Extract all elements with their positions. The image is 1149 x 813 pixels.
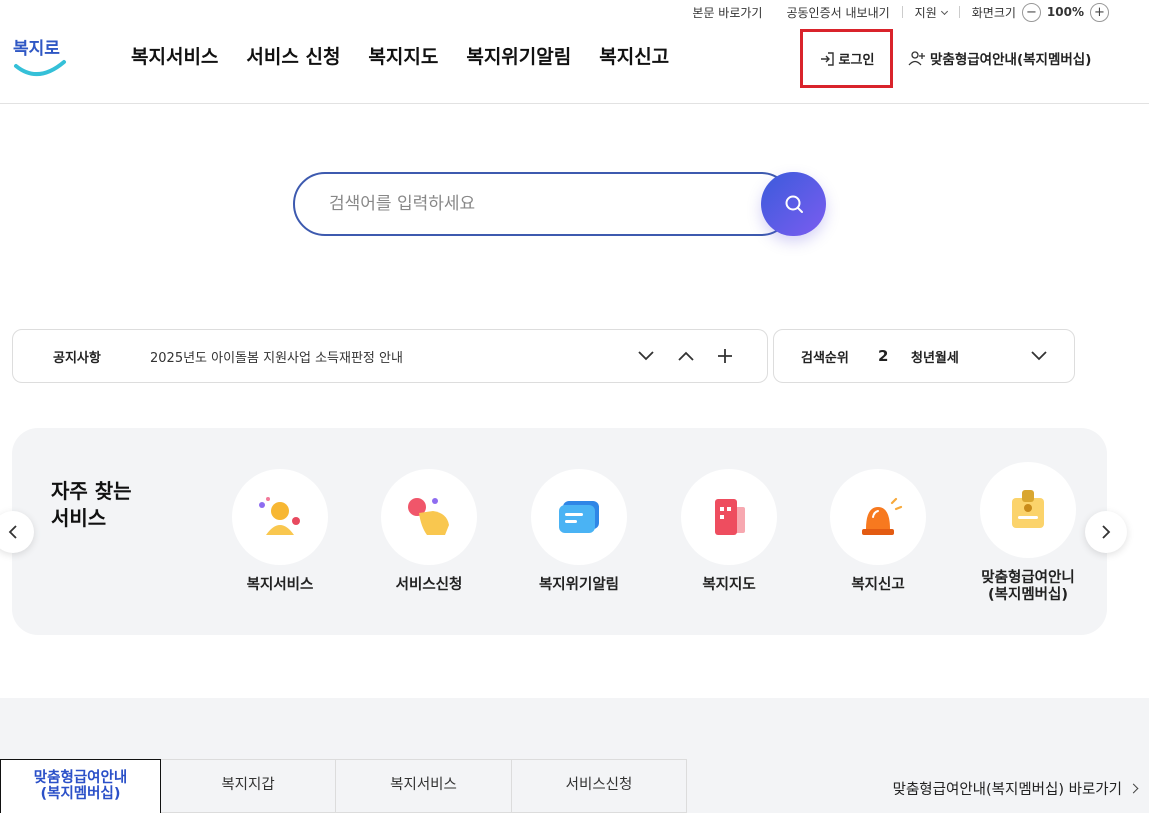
service-crisis-alert[interactable]: 복지위기알림 [514, 469, 644, 594]
siren-icon [862, 497, 903, 535]
nav-welfare-map[interactable]: 복지지도 [368, 42, 438, 69]
service-icon-circle [980, 462, 1076, 558]
skip-to-content-link[interactable]: 본문 바로가기 [680, 4, 774, 21]
label-line: (복지멤버십) [988, 586, 1068, 603]
chevron-down-icon[interactable] [1030, 350, 1048, 362]
search-bar [293, 172, 826, 236]
chevron-up-icon[interactable] [677, 350, 695, 362]
logo-text: 복지로 [13, 39, 60, 59]
service-label: 복지지도 [702, 577, 756, 593]
service-welfare-map[interactable]: 복지지도 [664, 469, 794, 594]
logo[interactable]: 복지로 [12, 32, 68, 80]
search-icon [785, 195, 803, 213]
search-ranking: 검색순위 2 청년월세 [773, 329, 1075, 383]
membership-label: 맞춤형급여안내(복지멤버십) [930, 52, 1092, 68]
label-line: 맞춤형급여안니 [981, 570, 1075, 586]
shortcut-label: 맞춤형급여안내(복지멤버십) 바로가기 [892, 782, 1122, 798]
plus-icon[interactable] [717, 348, 733, 364]
service-membership[interactable]: 맞춤형급여안니 (복지멤버십) [963, 462, 1093, 603]
chevron-right-icon [1102, 525, 1111, 539]
tab-label-line: 맞춤형급여안내 [33, 769, 128, 786]
cert-export-link[interactable]: 공동인증서 내보내기 [774, 4, 901, 21]
tab-membership[interactable]: 맞춤형급여안내 (복지멤버십) [0, 759, 161, 813]
nav-welfare-report[interactable]: 복지신고 [599, 42, 669, 69]
id-badge-icon [1012, 490, 1044, 528]
bottom-section: 맞춤형급여안내 (복지멤버십) 복지지갑 복지서비스 서비스신청 맞춤형급여안내… [0, 698, 1149, 813]
tab-label: 복지지갑 [221, 777, 275, 794]
service-icon-circle [381, 469, 477, 565]
service-icon-circle [681, 469, 777, 565]
search-input[interactable] [293, 172, 793, 236]
support-dropdown[interactable]: 지원 [903, 4, 959, 21]
person-icon [259, 497, 300, 535]
login-button[interactable]: 로그인 [800, 29, 893, 88]
chevron-down-icon[interactable] [637, 350, 655, 362]
service-label: 복지신고 [851, 577, 905, 593]
zoom-out-button[interactable]: − [1021, 2, 1041, 22]
title-line: 서비스 [51, 506, 107, 530]
title-line: 자주 찾는 [51, 479, 132, 503]
chevron-down-icon [940, 7, 948, 15]
service-label: 복지위기알림 [538, 577, 620, 593]
nav-welfare-service[interactable]: 복지서비스 [131, 42, 218, 69]
zoom-value: 100% [1046, 5, 1084, 19]
service-welfare[interactable]: 복지서비스 [215, 469, 345, 594]
tab-service-apply[interactable]: 서비스신청 [512, 759, 687, 813]
service-welfare-report[interactable]: 복지신고 [813, 469, 943, 594]
tab-welfare-service[interactable]: 복지서비스 [336, 759, 512, 813]
login-label: 로그인 [838, 53, 875, 68]
ranking-title: 검색순위 [801, 350, 849, 366]
ranking-number: 2 [878, 347, 889, 365]
service-icon-circle [232, 469, 328, 565]
site-header: 복지로 복지서비스 서비스 신청 복지지도 복지위기알림 복지신고 로그인 맞춤… [0, 24, 1149, 104]
tab-label: 맞춤형급여안내 (복지멤버십) [33, 769, 128, 803]
tab-label: 서비스신청 [565, 777, 633, 794]
chevron-left-icon [8, 525, 17, 539]
logo-icon: 복지로 [13, 39, 66, 76]
search-button[interactable] [761, 172, 826, 236]
service-label: 맞춤형급여안니 (복지멤버십) [963, 570, 1093, 603]
zoom-label: 화면크기 [971, 5, 1016, 20]
zoom-in-button[interactable]: + [1090, 2, 1109, 22]
notice-controls [637, 348, 733, 364]
carousel-next-button[interactable] [1085, 511, 1127, 553]
user-plus-icon [908, 51, 925, 66]
service-label: 복지서비스 [246, 577, 314, 593]
service-apply[interactable]: 서비스신청 [364, 469, 494, 594]
message-icon [559, 501, 599, 533]
zoom-control: 화면크기 − 100% + [960, 2, 1109, 22]
notice-bar: 공지사항 2025년도 아이돌봄 지원사업 소득재판정 안내 [12, 329, 768, 383]
tab-label-line: (복지멤버십) [40, 785, 121, 802]
service-icon-circle [830, 469, 926, 565]
map-icon [715, 499, 745, 535]
frequent-services-title: 자주 찾는 서비스 [51, 478, 132, 532]
notice-title: 공지사항 [53, 350, 101, 366]
membership-link[interactable]: 맞춤형급여안내(복지멤버십) [908, 48, 1091, 68]
frequent-services: 자주 찾는 서비스 복지서비스 서비스신청 복지위기알림 복지지도 복지신고 맞… [12, 428, 1107, 635]
chevron-right-icon [1128, 783, 1139, 794]
ranking-keyword[interactable]: 청년월세 [911, 347, 959, 366]
utility-bar: 본문 바로가기 공동인증서 내보내기 지원 화면크기 − 100% + [680, 0, 1109, 24]
notice-text[interactable]: 2025년도 아이돌봄 지원사업 소득재판정 안내 [150, 347, 403, 366]
service-icon-circle [531, 469, 627, 565]
nav-crisis-alert[interactable]: 복지위기알림 [466, 42, 571, 69]
tab-welfare-wallet[interactable]: 복지지갑 [161, 759, 336, 813]
service-label: 서비스신청 [395, 577, 463, 593]
login-icon [820, 51, 834, 66]
bottom-tabs: 맞춤형급여안내 (복지멤버십) 복지지갑 복지서비스 서비스신청 [0, 759, 687, 813]
membership-shortcut-link[interactable]: 맞춤형급여안내(복지멤버십) 바로가기 [892, 778, 1139, 799]
hand-click-icon [408, 498, 449, 535]
support-label: 지원 [914, 5, 937, 20]
tab-label: 복지서비스 [390, 777, 457, 794]
main-nav: 복지서비스 서비스 신청 복지지도 복지위기알림 복지신고 [131, 42, 669, 69]
nav-service-apply[interactable]: 서비스 신청 [246, 42, 340, 69]
